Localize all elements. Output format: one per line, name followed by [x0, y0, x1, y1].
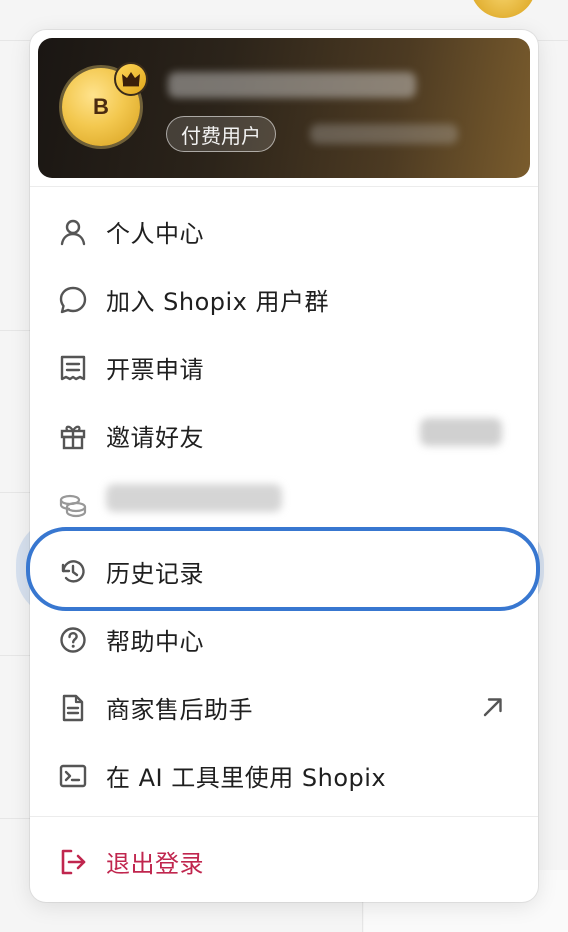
logout-icon — [61, 849, 86, 875]
menu-lower-section: 历史记录 帮助中心 商家售后助手 在 AI 工具里使用 Shopix 退出登录 — [30, 30, 538, 902]
bg-divider — [0, 492, 30, 493]
menu-item-label: 商家售后助手 — [106, 695, 253, 724]
document-icon — [62, 694, 84, 722]
bg-divider — [0, 40, 30, 41]
bg-divider — [0, 818, 30, 819]
account-avatar-button[interactable] — [470, 0, 536, 18]
menu-divider — [30, 816, 538, 817]
menu-item-help-center[interactable]: 帮助中心 — [30, 606, 538, 672]
bg-divider — [0, 330, 30, 331]
history-icon — [61, 560, 85, 583]
menu-item-history[interactable]: 历史记录 — [30, 538, 538, 604]
menu-item-logout[interactable]: 退出登录 — [30, 828, 538, 894]
bg-divider — [362, 900, 363, 932]
bg-divider — [538, 40, 568, 41]
menu-item-label: 帮助中心 — [106, 627, 204, 656]
menu-item-use-in-ai-tools[interactable]: 在 AI 工具里使用 Shopix — [30, 742, 538, 808]
menu-item-merchant-assistant[interactable]: 商家售后助手 — [30, 674, 538, 740]
menu-item-label: 退出登录 — [106, 849, 204, 878]
external-link-icon — [483, 698, 502, 717]
menu-item-label: 历史记录 — [106, 559, 204, 588]
help-icon — [60, 627, 86, 653]
terminal-icon — [59, 764, 87, 788]
menu-item-label: 在 AI 工具里使用 Shopix — [106, 763, 387, 792]
bg-divider — [0, 655, 30, 656]
